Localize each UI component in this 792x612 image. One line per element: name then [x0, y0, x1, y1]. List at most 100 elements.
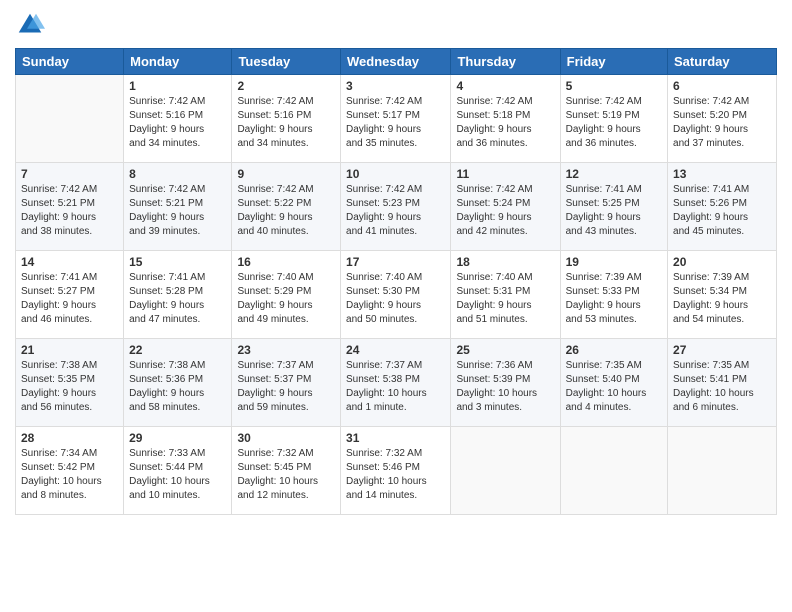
day-number: 1 [129, 79, 226, 93]
day-info: Sunrise: 7:34 AM Sunset: 5:42 PM Dayligh… [21, 447, 118, 503]
day-number: 23 [237, 343, 335, 357]
day-number: 31 [346, 431, 445, 445]
day-number: 9 [237, 167, 335, 181]
calendar-cell: 3Sunrise: 7:42 AM Sunset: 5:17 PM Daylig… [341, 75, 451, 163]
day-number: 4 [456, 79, 554, 93]
day-number: 2 [237, 79, 335, 93]
calendar-cell: 18Sunrise: 7:40 AM Sunset: 5:31 PM Dayli… [451, 251, 560, 339]
calendar-cell: 15 Sunrise: 7:41 AM Sunset: 5:28 PM Dayli… [124, 251, 232, 339]
day-number: 5 [566, 79, 662, 93]
day-info: Sunrise: 7:39 AM Sunset: 5:34 PM Dayligh… [673, 271, 771, 327]
day-number: 6 [673, 79, 771, 93]
calendar-cell: 29Sunrise: 7:33 AM Sunset: 5:44 PM Dayli… [124, 427, 232, 515]
calendar-cell: 19 Sunrise: 7:39 AM Sunset: 5:33 PM Dayli… [560, 251, 667, 339]
day-number: 10 [346, 167, 445, 181]
calendar-cell: 5 Sunrise: 7:42 AM Sunset: 5:19 PM Daylig… [560, 75, 667, 163]
calendar-cell: 8 Sunrise: 7:42 AM Sunset: 5:21 PM Daylig… [124, 163, 232, 251]
calendar-cell: 13 Sunrise: 7:41 AM Sunset: 5:26 PM Dayli… [668, 163, 777, 251]
day-info: Sunrise: 7:36 AM Sunset: 5:39 PM Dayligh… [456, 359, 554, 415]
calendar-cell [16, 75, 124, 163]
calendar-cell: 1 Sunrise: 7:42 AM Sunset: 5:16 PM Daylig… [124, 75, 232, 163]
day-header-thursday: Thursday [451, 49, 560, 75]
calendar-cell: 30Sunrise: 7:32 AM Sunset: 5:45 PM Dayli… [232, 427, 341, 515]
day-info: Sunrise: 7:37 AM Sunset: 5:37 PM Dayligh… [237, 359, 335, 415]
calendar-cell: 23 Sunrise: 7:37 AM Sunset: 5:37 PM Dayli… [232, 339, 341, 427]
calendar-cell: 27 Sunrise: 7:35 AM Sunset: 5:41 PM Dayli… [668, 339, 777, 427]
day-info: Sunrise: 7:42 AM Sunset: 5:24 PM Dayligh… [456, 183, 554, 239]
day-info: Sunrise: 7:35 AM Sunset: 5:40 PM Dayligh… [566, 359, 662, 415]
day-info: Sunrise: 7:39 AM Sunset: 5:33 PM Dayligh… [566, 271, 662, 327]
day-number: 27 [673, 343, 771, 357]
day-header-monday: Monday [124, 49, 232, 75]
day-info: Sunrise: 7:40 AM Sunset: 5:30 PM Dayligh… [346, 271, 445, 327]
day-number: 28 [21, 431, 118, 445]
day-info: Sunrise: 7:41 AM Sunset: 5:28 PM Dayligh… [129, 271, 226, 327]
day-info: Sunrise: 7:41 AM Sunset: 5:25 PM Dayligh… [566, 183, 662, 239]
calendar-cell: 9Sunrise: 7:42 AM Sunset: 5:22 PM Daylig… [232, 163, 341, 251]
calendar-cell: 28 Sunrise: 7:34 AM Sunset: 5:42 PM Dayli… [16, 427, 124, 515]
day-number: 20 [673, 255, 771, 269]
day-number: 22 [129, 343, 226, 357]
day-info: Sunrise: 7:32 AM Sunset: 5:46 PM Dayligh… [346, 447, 445, 503]
calendar-cell: 20 Sunrise: 7:39 AM Sunset: 5:34 PM Dayli… [668, 251, 777, 339]
calendar-cell: 14 Sunrise: 7:41 AM Sunset: 5:27 PM Dayli… [16, 251, 124, 339]
day-info: Sunrise: 7:42 AM Sunset: 5:19 PM Dayligh… [566, 95, 662, 151]
calendar-cell: 16 Sunrise: 7:40 AM Sunset: 5:29 PM Dayli… [232, 251, 341, 339]
day-number: 19 [566, 255, 662, 269]
day-header-tuesday: Tuesday [232, 49, 341, 75]
calendar-week-row: 21Sunrise: 7:38 AM Sunset: 5:35 PM Dayli… [16, 339, 777, 427]
calendar-header-row: SundayMondayTuesdayWednesdayThursdayFrid… [16, 49, 777, 75]
calendar-cell [560, 427, 667, 515]
day-number: 11 [456, 167, 554, 181]
day-number: 17 [346, 255, 445, 269]
day-number: 14 [21, 255, 118, 269]
day-info: Sunrise: 7:42 AM Sunset: 5:21 PM Dayligh… [21, 183, 118, 239]
day-info: Sunrise: 7:41 AM Sunset: 5:27 PM Dayligh… [21, 271, 118, 327]
day-info: Sunrise: 7:35 AM Sunset: 5:41 PM Dayligh… [673, 359, 771, 415]
calendar-cell: 4Sunrise: 7:42 AM Sunset: 5:18 PM Daylig… [451, 75, 560, 163]
day-header-sunday: Sunday [16, 49, 124, 75]
day-info: Sunrise: 7:40 AM Sunset: 5:29 PM Dayligh… [237, 271, 335, 327]
calendar-cell: 10Sunrise: 7:42 AM Sunset: 5:23 PM Dayli… [341, 163, 451, 251]
day-number: 29 [129, 431, 226, 445]
day-number: 7 [21, 167, 118, 181]
day-number: 3 [346, 79, 445, 93]
day-info: Sunrise: 7:32 AM Sunset: 5:45 PM Dayligh… [237, 447, 335, 503]
calendar-cell: 22Sunrise: 7:38 AM Sunset: 5:36 PM Dayli… [124, 339, 232, 427]
day-number: 21 [21, 343, 118, 357]
calendar-week-row: 7 Sunrise: 7:42 AM Sunset: 5:21 PM Daylig… [16, 163, 777, 251]
calendar-week-row: 28 Sunrise: 7:34 AM Sunset: 5:42 PM Dayli… [16, 427, 777, 515]
day-number: 26 [566, 343, 662, 357]
day-info: Sunrise: 7:42 AM Sunset: 5:20 PM Dayligh… [673, 95, 771, 151]
day-info: Sunrise: 7:37 AM Sunset: 5:38 PM Dayligh… [346, 359, 445, 415]
day-number: 8 [129, 167, 226, 181]
day-number: 12 [566, 167, 662, 181]
calendar-cell: 21Sunrise: 7:38 AM Sunset: 5:35 PM Dayli… [16, 339, 124, 427]
calendar-week-row: 14 Sunrise: 7:41 AM Sunset: 5:27 PM Dayli… [16, 251, 777, 339]
logo [15, 10, 49, 40]
day-info: Sunrise: 7:42 AM Sunset: 5:21 PM Dayligh… [129, 183, 226, 239]
calendar-table: SundayMondayTuesdayWednesdayThursdayFrid… [15, 48, 777, 515]
day-info: Sunrise: 7:42 AM Sunset: 5:16 PM Dayligh… [237, 95, 335, 151]
calendar-cell: 11 Sunrise: 7:42 AM Sunset: 5:24 PM Dayli… [451, 163, 560, 251]
calendar-cell: 6 Sunrise: 7:42 AM Sunset: 5:20 PM Daylig… [668, 75, 777, 163]
day-number: 16 [237, 255, 335, 269]
calendar-cell: 7 Sunrise: 7:42 AM Sunset: 5:21 PM Daylig… [16, 163, 124, 251]
day-header-friday: Friday [560, 49, 667, 75]
calendar-cell: 26 Sunrise: 7:35 AM Sunset: 5:40 PM Dayli… [560, 339, 667, 427]
day-number: 25 [456, 343, 554, 357]
calendar-cell: 12 Sunrise: 7:41 AM Sunset: 5:25 PM Dayli… [560, 163, 667, 251]
calendar-cell: 24 Sunrise: 7:37 AM Sunset: 5:38 PM Dayli… [341, 339, 451, 427]
day-info: Sunrise: 7:42 AM Sunset: 5:16 PM Dayligh… [129, 95, 226, 151]
day-number: 15 [129, 255, 226, 269]
day-info: Sunrise: 7:40 AM Sunset: 5:31 PM Dayligh… [456, 271, 554, 327]
day-number: 24 [346, 343, 445, 357]
calendar-cell [451, 427, 560, 515]
calendar-cell: 25 Sunrise: 7:36 AM Sunset: 5:39 PM Dayli… [451, 339, 560, 427]
calendar-cell: 2 Sunrise: 7:42 AM Sunset: 5:16 PM Daylig… [232, 75, 341, 163]
day-info: Sunrise: 7:41 AM Sunset: 5:26 PM Dayligh… [673, 183, 771, 239]
logo-icon [15, 10, 45, 40]
day-header-saturday: Saturday [668, 49, 777, 75]
day-number: 13 [673, 167, 771, 181]
day-header-wednesday: Wednesday [341, 49, 451, 75]
